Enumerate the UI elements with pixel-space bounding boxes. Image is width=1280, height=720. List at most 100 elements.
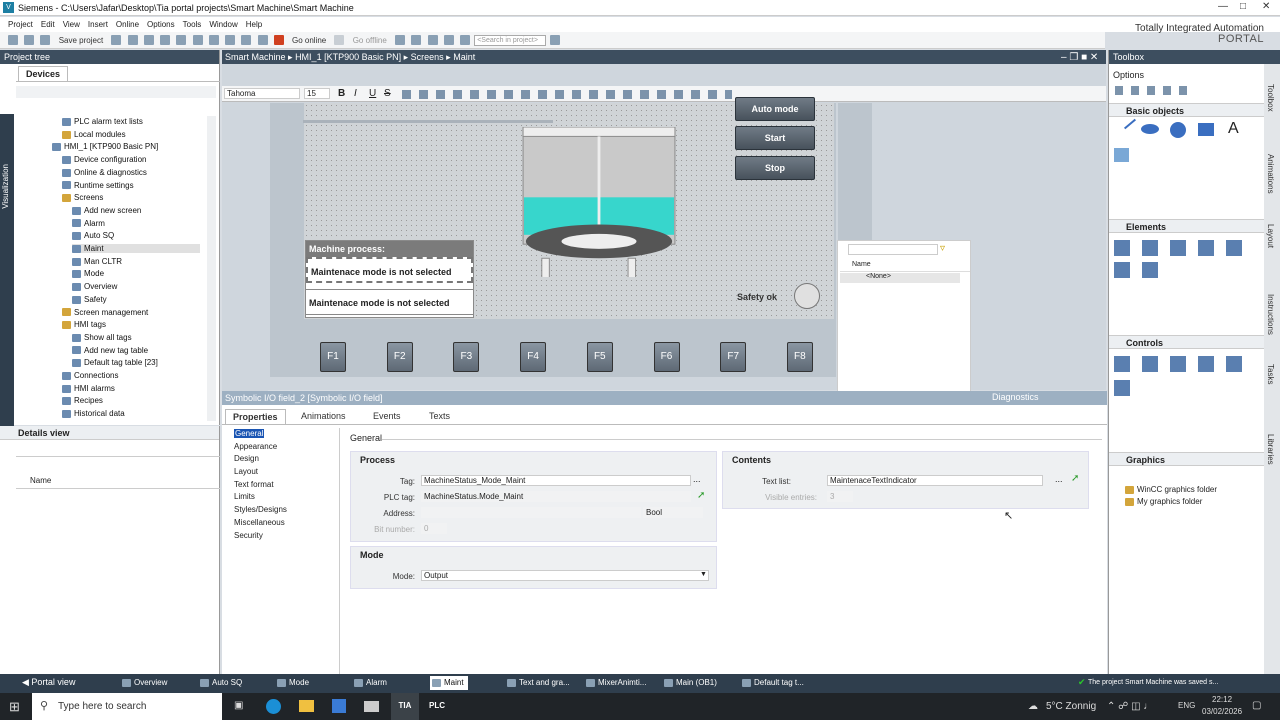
tree-item[interactable]: Default tag table [23]: [72, 358, 158, 367]
controls-section[interactable]: Controls: [1109, 335, 1265, 349]
go-offline-button[interactable]: Go offline: [353, 36, 387, 45]
cut-icon[interactable]: [111, 35, 122, 45]
properties-nav-item[interactable]: General: [222, 428, 339, 441]
tab-animations[interactable]: Animations: [294, 409, 353, 424]
go-online-icon[interactable]: [273, 35, 284, 45]
tree-item[interactable]: Online & diagnostics: [62, 168, 147, 177]
text-list-link-icon[interactable]: ➚: [1071, 473, 1079, 484]
tree-item[interactable]: Screen management: [62, 308, 148, 317]
taskbar-search-box[interactable]: ⚲ Type here to search: [32, 693, 222, 720]
breadcrumb-item[interactable]: Maint: [453, 52, 475, 62]
function-key[interactable]: F5: [586, 342, 613, 372]
font-size-select[interactable]: 15: [304, 88, 330, 99]
notifications-icon[interactable]: ▢: [1252, 700, 1261, 711]
editor-tab[interactable]: Auto SQ: [198, 676, 246, 690]
side-tab[interactable]: Libraries: [1266, 434, 1275, 465]
controls-icon-row2[interactable]: [1114, 380, 1130, 396]
menu-item[interactable]: Edit: [41, 20, 55, 29]
clock-time[interactable]: 22:12: [1212, 695, 1232, 704]
menu-item[interactable]: Online: [116, 20, 139, 29]
windows-start-icon[interactable]: ⊞: [9, 699, 20, 715]
editor-tab[interactable]: Text and gra...: [505, 676, 574, 690]
my-graphics-folder[interactable]: My graphics folder: [1125, 497, 1202, 506]
elements-icons-row2[interactable]: [1114, 262, 1160, 278]
tree-scrollbar[interactable]: [207, 116, 216, 421]
function-key[interactable]: F2: [386, 342, 413, 372]
tree-item[interactable]: Screens: [62, 193, 103, 202]
font-select[interactable]: Tahoma: [224, 88, 300, 99]
properties-nav-item[interactable]: Security: [222, 530, 339, 543]
close-button[interactable]: ✕: [1262, 1, 1270, 12]
menu-item[interactable]: Help: [246, 20, 262, 29]
tray-icons[interactable]: ⌃ ☍ ◫ ♩: [1107, 701, 1153, 712]
mode-dropdown-icon[interactable]: ▼: [700, 571, 707, 578]
details-view-header[interactable]: Details view: [0, 426, 219, 440]
clock-date[interactable]: 03/02/2026: [1202, 707, 1242, 716]
new-project-icon[interactable]: [8, 35, 18, 45]
open-project-icon[interactable]: [24, 35, 35, 45]
popup-none-item[interactable]: <None>: [840, 273, 960, 283]
undo-icon[interactable]: [176, 35, 187, 45]
plc-tag-link-icon[interactable]: ➚: [697, 490, 705, 501]
tree-item[interactable]: Connections: [62, 371, 118, 380]
tree-item[interactable]: Safety: [72, 295, 107, 304]
start-cpu-icon[interactable]: [411, 35, 422, 45]
wincc-graphics-folder[interactable]: WinCC graphics folder: [1125, 485, 1217, 494]
file-explorer-icon[interactable]: [299, 700, 314, 712]
start-button[interactable]: Start: [735, 126, 815, 150]
menu-item[interactable]: Project: [8, 20, 33, 29]
tree-item[interactable]: PLC alarm text lists: [62, 117, 143, 126]
filter-input[interactable]: [848, 244, 938, 255]
compile-icon[interactable]: [208, 35, 219, 45]
auto-mode-button[interactable]: Auto mode: [735, 97, 815, 121]
editor-window-controls[interactable]: – ❐ ■ ✕: [1061, 52, 1098, 63]
tree-item[interactable]: Auto SQ: [72, 231, 114, 240]
breadcrumb-item[interactable]: Smart Machine: [225, 52, 286, 62]
breadcrumb-item[interactable]: Screens: [411, 52, 444, 62]
tree-item[interactable]: Historical data: [62, 409, 125, 418]
tree-item[interactable]: Alarm: [72, 219, 105, 228]
side-tab[interactable]: Animations: [1266, 154, 1275, 194]
copy-icon[interactable]: [127, 35, 138, 45]
menu-item[interactable]: Tools: [183, 20, 202, 29]
graphics-section[interactable]: Graphics: [1109, 452, 1265, 466]
search-go-icon[interactable]: [550, 35, 561, 45]
maint-status-field-2[interactable]: Maintenace mode is not selected: [306, 289, 473, 315]
maximize-button[interactable]: □: [1240, 1, 1246, 12]
tree-item[interactable]: Show all tags: [72, 333, 132, 342]
editor-tab[interactable]: Maint: [430, 676, 468, 690]
download-icon[interactable]: [225, 35, 236, 45]
devices-tab[interactable]: Devices: [18, 66, 68, 82]
tree-item[interactable]: HMI alarms: [62, 384, 115, 393]
ellipse-tool-icon[interactable]: [1141, 124, 1159, 134]
function-key[interactable]: F1: [320, 342, 346, 372]
editor-tab[interactable]: Default tag t...: [740, 676, 808, 690]
portal-view-button[interactable]: ◀ Portal view: [22, 677, 75, 688]
editor-tab[interactable]: MixerAnimti...: [584, 676, 650, 690]
line-tool-icon[interactable]: [1123, 118, 1137, 130]
graphic-view-icon[interactable]: [1114, 148, 1129, 162]
basic-objects-section[interactable]: Basic objects: [1109, 103, 1265, 117]
upload-icon[interactable]: [241, 35, 252, 45]
simulate-icon[interactable]: [257, 35, 268, 45]
split-vertical-icon[interactable]: [459, 35, 470, 45]
side-tab[interactable]: Instructions: [1266, 294, 1275, 335]
editor-tab[interactable]: Main (OB1): [662, 676, 721, 690]
function-key[interactable]: F6: [653, 342, 680, 372]
tab-texts[interactable]: Texts: [422, 409, 457, 424]
text-list-browse-button[interactable]: ...: [1055, 474, 1063, 484]
redo-icon[interactable]: [192, 35, 203, 45]
toolbox-options-icons[interactable]: [1115, 86, 1195, 95]
bold-button[interactable]: B: [338, 88, 345, 99]
side-tab[interactable]: Toolbox: [1266, 84, 1275, 112]
options-label[interactable]: Options: [1113, 70, 1144, 80]
stop-cpu-icon[interactable]: [427, 35, 438, 45]
underline-button[interactable]: U: [369, 88, 376, 99]
language-indicator[interactable]: ENG: [1178, 701, 1195, 710]
tag-field[interactable]: MachineStatus_Mode_Maint: [421, 475, 691, 486]
text-list-field[interactable]: MaintenaceTextIndicator: [827, 475, 1043, 486]
properties-nav-item[interactable]: Miscellaneous: [222, 517, 339, 530]
go-online-button[interactable]: Go online: [292, 36, 326, 45]
tia-portal-icon[interactable]: TIA: [391, 693, 419, 720]
strikethrough-button[interactable]: S: [384, 88, 391, 99]
